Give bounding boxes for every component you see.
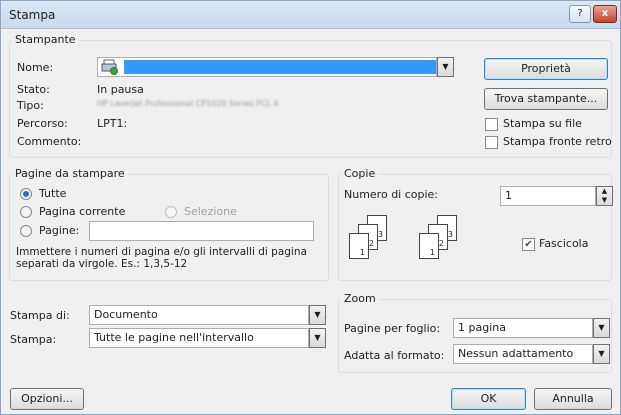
- printer-type-label: Tipo:: [17, 99, 44, 112]
- copies-number-label: Numero di copie:: [344, 188, 439, 201]
- duplex-checkbox[interactable]: [485, 136, 498, 149]
- print-to-file-label: Stampa su file: [503, 117, 582, 130]
- scale-select[interactable]: Nessun adattamento: [453, 344, 593, 364]
- printer-path-label: Percorso:: [17, 117, 68, 130]
- printer-comment-label: Commento:: [17, 135, 82, 148]
- zoom-group-label: Zoom: [341, 292, 379, 305]
- current-page-radio[interactable]: [20, 206, 32, 218]
- ok-button[interactable]: OK: [451, 388, 526, 410]
- close-button[interactable]: x: [593, 5, 617, 23]
- chevron-down-icon[interactable]: ▼: [437, 57, 454, 77]
- page-range-group-label: Pagine da stampare: [12, 167, 128, 180]
- collate-page: 1: [349, 233, 369, 259]
- printer-status-value: In pausa: [97, 83, 144, 96]
- chevron-down-icon[interactable]: ▼: [309, 328, 326, 348]
- print-what-select[interactable]: Documento: [89, 305, 309, 325]
- find-printer-button[interactable]: Trova stampante...: [484, 88, 608, 110]
- chevron-down-icon[interactable]: ▼: [593, 344, 610, 364]
- printer-name-selection: [124, 60, 436, 74]
- print-range-label: Stampa:: [10, 333, 57, 346]
- printer-name-select[interactable]: [97, 57, 437, 77]
- printer-type-value: HP LaserJet Professional CP1020 Series P…: [97, 99, 279, 108]
- chevron-down-icon[interactable]: ▼: [309, 305, 326, 325]
- all-pages-label: Tutte: [39, 187, 67, 200]
- print-range-select[interactable]: Tutte le pagine nell'intervallo: [89, 328, 309, 348]
- current-page-label: Pagina corrente: [39, 205, 126, 218]
- collate-label: Fascicola: [539, 237, 589, 250]
- pages-per-sheet-select[interactable]: 1 pagina: [453, 318, 593, 338]
- printer-status-label: Stato:: [17, 83, 50, 96]
- pages-input[interactable]: [89, 221, 314, 241]
- chevron-down-icon[interactable]: ▼: [593, 318, 610, 338]
- collate-illustration: 3 2 1 3 2 1: [349, 215, 459, 271]
- pages-radio[interactable]: [20, 225, 32, 237]
- title-bar: Stampa ? x: [1, 1, 620, 29]
- scale-label: Adatta al formato:: [344, 349, 445, 362]
- pages-label: Pagine:: [39, 224, 80, 237]
- collate-page: 1: [419, 233, 439, 259]
- copies-group-label: Copie: [341, 167, 379, 180]
- pages-per-sheet-label: Pagine per foglio:: [344, 322, 441, 335]
- selection-label: Selezione: [184, 205, 237, 218]
- print-dialog: Stampa ? x Stampante Nome: ▼ Stato: In p…: [0, 0, 621, 415]
- copies-input[interactable]: 1: [500, 186, 596, 206]
- pages-hint-line1: Immettere i numeri di pagina e/o gli int…: [16, 246, 307, 258]
- options-button[interactable]: Opzioni...: [10, 388, 84, 410]
- properties-button[interactable]: Proprietà: [484, 58, 608, 80]
- window-title: Stampa: [9, 8, 56, 22]
- print-what-label: Stampa di:: [10, 309, 70, 322]
- selection-radio[interactable]: [165, 206, 177, 218]
- printer-path-value: LPT1:: [97, 117, 128, 130]
- printer-group-label: Stampante: [12, 33, 79, 46]
- printer-icon: [100, 59, 120, 75]
- duplex-label: Stampa fronte retro: [503, 135, 612, 148]
- copies-spinner[interactable]: ▲ ▼: [596, 186, 613, 206]
- printer-name-label: Nome:: [17, 61, 54, 74]
- print-to-file-checkbox[interactable]: [485, 118, 498, 131]
- pages-hint-line2: separati da virgole. Es.: 1,3,5-12: [16, 258, 188, 270]
- help-button[interactable]: ?: [569, 5, 591, 23]
- all-pages-radio[interactable]: [20, 188, 32, 200]
- cancel-button[interactable]: Annulla: [534, 388, 612, 410]
- collate-checkbox[interactable]: ✔: [522, 238, 535, 251]
